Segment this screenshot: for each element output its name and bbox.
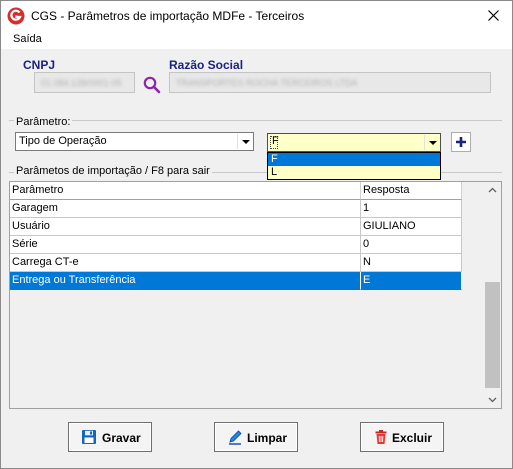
table-row[interactable]: Série 0 <box>10 236 462 254</box>
chevron-down-icon <box>488 397 497 403</box>
chevron-down-icon[interactable] <box>424 135 439 150</box>
cnpj-field[interactable]: 01.084.128/0001-05 <box>34 72 135 93</box>
save-button[interactable]: Gravar <box>68 422 152 452</box>
cnpj-label: CNPJ <box>23 58 56 72</box>
cell-resposta[interactable]: 0 <box>361 236 462 254</box>
parametro-label: Parâmetro: <box>14 116 73 128</box>
main-window: CGS - Parâmetros de importação MDFe - Te… <box>0 0 513 469</box>
clear-button-label: Limpar <box>247 431 288 445</box>
cell-parametro[interactable]: Série <box>10 236 361 254</box>
clear-button[interactable]: Limpar <box>214 422 298 452</box>
parametro-group-divider <box>9 120 502 121</box>
column-header-parametro[interactable]: Parâmetro <box>10 182 361 200</box>
grid-header: Parâmetro Resposta <box>10 182 462 200</box>
chevron-up-icon <box>488 187 497 193</box>
cell-resposta[interactable]: E <box>361 272 462 290</box>
plus-icon <box>456 137 466 147</box>
cell-resposta[interactable]: N <box>361 254 462 272</box>
value-select[interactable]: F <box>267 133 441 152</box>
cell-resposta[interactable]: 1 <box>361 200 462 218</box>
save-button-label: Gravar <box>102 431 141 445</box>
chevron-down-icon[interactable] <box>237 134 252 149</box>
grid-group-label: Parâmetos de importação / F8 para sair <box>14 165 212 177</box>
table-row[interactable]: Usuário GIULIANO <box>10 218 462 236</box>
table-row[interactable]: Carrega CT-e N <box>10 254 462 272</box>
menu-bar: Saída <box>1 31 512 49</box>
cell-resposta[interactable]: GIULIANO <box>361 218 462 236</box>
parameters-grid[interactable]: Parâmetro Resposta Garagem 1 Usuário GIU… <box>9 181 502 409</box>
menu-item-saida[interactable]: Saída <box>13 33 42 45</box>
parametro-select-value: Tipo de Operação <box>19 135 107 147</box>
close-icon <box>488 10 499 21</box>
scroll-up-button[interactable] <box>484 182 501 199</box>
add-button[interactable] <box>451 132 471 152</box>
razao-social-label: Razão Social <box>169 58 244 72</box>
value-select-value: F <box>272 135 279 147</box>
table-row[interactable]: Garagem 1 <box>10 200 462 218</box>
cell-parametro[interactable]: Entrega ou Transferência <box>10 272 361 290</box>
column-header-resposta[interactable]: Resposta <box>361 182 462 200</box>
trash-icon <box>375 430 387 444</box>
dropdown-option-f[interactable]: F <box>268 153 440 166</box>
dropdown-option-l[interactable]: L <box>268 166 440 179</box>
search-icon[interactable] <box>142 75 162 95</box>
value-dropdown-list[interactable]: F L <box>267 152 441 180</box>
cell-parametro[interactable]: Garagem <box>10 200 361 218</box>
title-bar: CGS - Parâmetros de importação MDFe - Te… <box>1 1 512 31</box>
cell-parametro[interactable]: Usuário <box>10 218 361 236</box>
floppy-disk-icon <box>82 430 96 444</box>
close-button[interactable] <box>476 1 512 31</box>
window-title: CGS - Parâmetros de importação MDFe - Te… <box>31 9 305 23</box>
pencil-icon <box>229 430 242 445</box>
delete-button-label: Excluir <box>392 431 433 445</box>
cnpj-value: 01.084.128/0001-05 <box>41 78 122 88</box>
app-logo-icon <box>7 7 25 25</box>
scroll-down-button[interactable] <box>484 391 501 408</box>
razao-social-field[interactable]: TRANSPORTES ROCHA TERCEIROS LTDA <box>169 72 491 93</box>
cell-parametro[interactable]: Carrega CT-e <box>10 254 361 272</box>
parametro-select[interactable]: Tipo de Operação <box>15 132 254 151</box>
vertical-scrollbar[interactable] <box>484 182 501 408</box>
delete-button[interactable]: Excluir <box>360 422 444 452</box>
razao-social-value: TRANSPORTES ROCHA TERCEIROS LTDA <box>176 78 358 88</box>
table-row-selected[interactable]: Entrega ou Transferência E <box>10 272 462 290</box>
scroll-thumb[interactable] <box>485 282 500 388</box>
